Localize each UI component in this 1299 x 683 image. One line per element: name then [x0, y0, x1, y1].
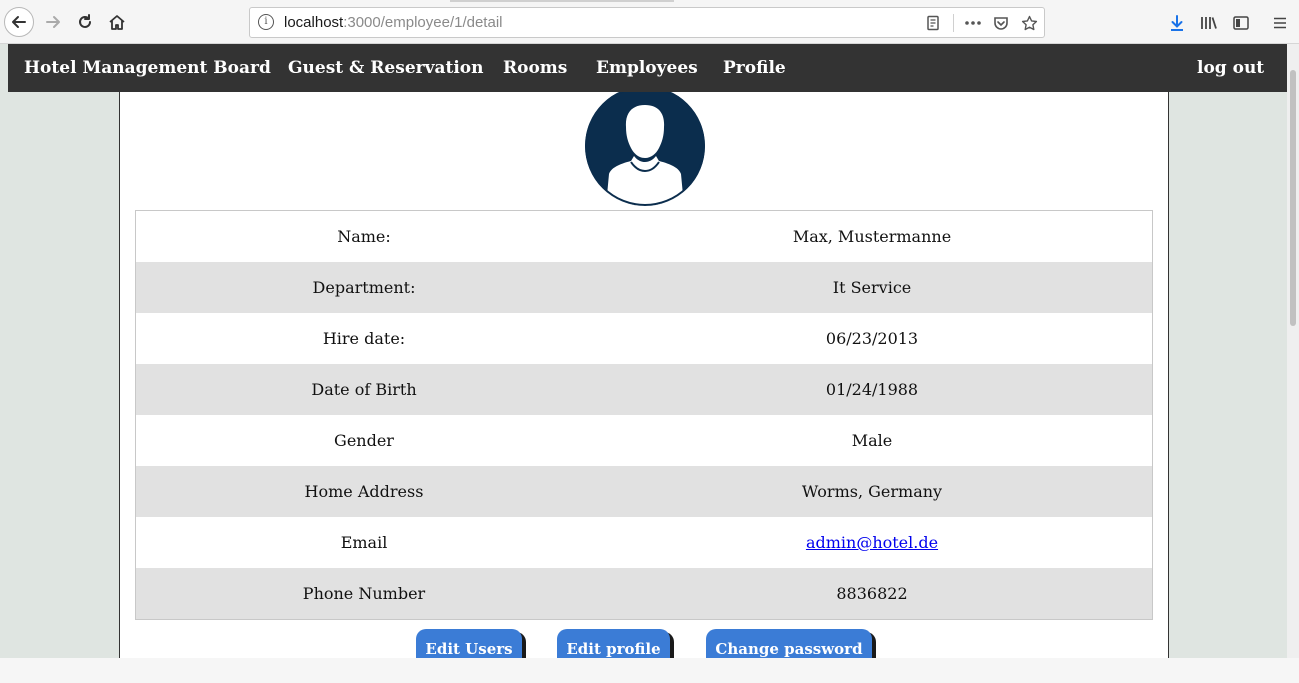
sidebar-button[interactable]: [1230, 12, 1252, 34]
menu-button[interactable]: [1269, 12, 1291, 34]
nav-brand[interactable]: Hotel Management Board: [24, 44, 271, 92]
page-scrollbar[interactable]: [1287, 44, 1299, 658]
pocket-icon: [994, 17, 1008, 30]
logout-link[interactable]: log out: [1197, 44, 1264, 92]
table-row: Name: Max, Mustermanne: [136, 211, 1152, 262]
reader-view-icon: [927, 15, 939, 31]
email-link[interactable]: admin@hotel.de: [806, 533, 938, 552]
employee-avatar: [585, 86, 705, 206]
scrollbar-thumb[interactable]: [1290, 70, 1296, 326]
downloads-button[interactable]: [1166, 12, 1188, 34]
department-label: Department:: [312, 278, 416, 297]
birth-date-label: Date of Birth: [311, 380, 417, 399]
employee-details-table: Name: Max, Mustermanne Department: It Se…: [135, 210, 1153, 620]
reader-view-button[interactable]: [923, 13, 943, 33]
reload-button[interactable]: [70, 7, 100, 37]
back-button[interactable]: [4, 7, 34, 37]
pocket-button[interactable]: [991, 13, 1011, 33]
address-bar[interactable]: i localhost:3000/employee/1/detail: [249, 7, 1045, 38]
home-button[interactable]: [102, 7, 132, 37]
gender-value: Male: [851, 431, 893, 450]
department-value: It Service: [832, 278, 912, 297]
gender-label: Gender: [334, 431, 394, 450]
hire-date-value: 06/23/2013: [825, 329, 919, 348]
bookmark-button[interactable]: [1019, 13, 1039, 33]
birth-date-value: 01/24/1988: [825, 380, 919, 399]
url-text[interactable]: localhost:3000/employee/1/detail: [284, 14, 502, 31]
library-icon: [1201, 17, 1217, 29]
hamburger-icon: [1274, 17, 1286, 29]
email-label: Email: [340, 533, 388, 552]
info-icon[interactable]: i: [258, 14, 274, 30]
ellipsis-icon: [965, 21, 981, 25]
browser-bottom-strip: [0, 658, 1299, 683]
library-button[interactable]: [1198, 12, 1220, 34]
table-row: Email admin@hotel.de: [136, 517, 1152, 568]
table-row: Phone Number 8836822: [136, 568, 1152, 619]
address-label: Home Address: [304, 482, 424, 501]
browser-toolbar: i localhost:3000/employee/1/detail: [0, 0, 1299, 44]
nav-item-guest-reservation[interactable]: Guest & Reservation: [288, 44, 484, 92]
url-separator: [953, 14, 954, 32]
url-path: :3000/employee/1/detail: [343, 14, 503, 31]
active-tab-indicator: [450, 0, 674, 2]
table-row: Department: It Service: [136, 262, 1152, 313]
nav-item-profile[interactable]: Profile: [723, 44, 786, 92]
table-row: Date of Birth 01/24/1988: [136, 364, 1152, 415]
page-actions-button[interactable]: [963, 13, 983, 33]
table-row: Hire date: 06/23/2013: [136, 313, 1152, 364]
name-value: Max, Mustermanne: [792, 227, 952, 246]
phone-label: Phone Number: [302, 584, 426, 603]
star-icon: [1021, 15, 1037, 30]
home-icon: [109, 15, 125, 30]
download-icon: [1171, 15, 1183, 31]
top-navbar: Hotel Management Board Guest & Reservati…: [8, 44, 1287, 92]
phone-value: 8836822: [836, 584, 908, 603]
url-host: localhost: [284, 14, 344, 31]
nav-item-rooms[interactable]: Rooms: [503, 44, 567, 92]
content-panel: Name: Max, Mustermanne Department: It Se…: [119, 44, 1169, 658]
nav-item-employees[interactable]: Employees: [596, 44, 698, 92]
email-cell: admin@hotel.de: [592, 533, 1152, 552]
arrow-right-icon: [46, 16, 60, 28]
edit-profile-button[interactable]: Edit profile: [557, 629, 670, 658]
change-password-button[interactable]: Change password: [706, 629, 872, 658]
arrow-left-icon: [12, 16, 26, 28]
name-label: Name:: [337, 227, 391, 246]
edit-users-button[interactable]: Edit Users: [416, 629, 522, 658]
reload-icon: [79, 14, 91, 28]
table-row: Gender Male: [136, 415, 1152, 466]
sidebar-icon: [1233, 16, 1249, 30]
forward-button[interactable]: [38, 7, 68, 37]
address-value: Worms, Germany: [801, 482, 943, 501]
table-row: Home Address Worms, Germany: [136, 466, 1152, 517]
hire-date-label: Hire date:: [322, 329, 406, 348]
page-viewport: Name: Max, Mustermanne Department: It Se…: [0, 44, 1299, 658]
user-silhouette-icon: [585, 86, 705, 206]
